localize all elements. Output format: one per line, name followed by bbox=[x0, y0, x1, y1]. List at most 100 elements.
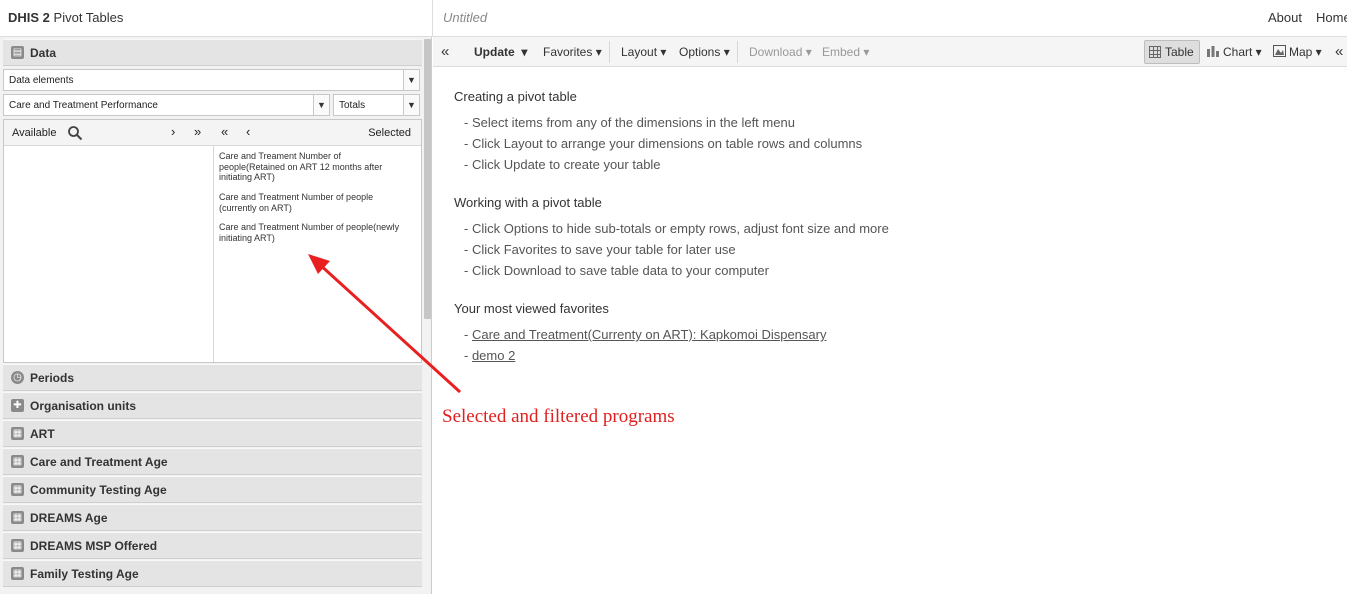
map-button[interactable]: Map ▾ bbox=[1273, 45, 1322, 59]
search-icon[interactable] bbox=[67, 125, 83, 141]
item-selector-header: Available › » « ‹ Selected bbox=[4, 120, 421, 146]
table-label: Table bbox=[1165, 45, 1194, 59]
data-section-header[interactable]: ▤ Data bbox=[3, 39, 422, 66]
item-selector: Available › » « ‹ Selected Care and Trea… bbox=[3, 119, 422, 363]
brand: DHIS 2 bbox=[8, 10, 50, 25]
section-dreams-age[interactable]: ▦ DREAMS Age bbox=[3, 504, 422, 531]
grid-icon: ▦ bbox=[11, 427, 24, 440]
left-panel-scrollbar[interactable] bbox=[424, 39, 431, 319]
help-item: - Click Update to create your table bbox=[464, 157, 661, 172]
section-dreams-msp-offered[interactable]: ▦ DREAMS MSP Offered bbox=[3, 532, 422, 559]
favorites-label: Favorites bbox=[543, 45, 593, 59]
update-label: Update bbox=[474, 45, 515, 59]
favorites-button[interactable]: Favorites ▾ bbox=[543, 45, 602, 59]
download-label: Download bbox=[749, 45, 803, 59]
section-label: ART bbox=[30, 427, 55, 441]
chart-label: Chart bbox=[1223, 45, 1253, 59]
chart-icon bbox=[1207, 46, 1219, 57]
section-label: Community Testing Age bbox=[30, 483, 167, 497]
deselect-all-button[interactable]: « bbox=[221, 124, 228, 139]
favorite-list-item: - demo 2 bbox=[464, 348, 515, 363]
chevron-down-icon: ▼ bbox=[403, 95, 419, 115]
section-label: Periods bbox=[30, 371, 75, 385]
section-label: Organisation units bbox=[30, 399, 137, 413]
section-care-treatment-age[interactable]: ▦ Care and Treatment Age bbox=[3, 448, 422, 475]
toolbar-separator bbox=[737, 41, 738, 63]
app-name: Pivot Tables bbox=[53, 10, 124, 25]
table-view-label-wrap: Table bbox=[1149, 45, 1194, 59]
data-section-label: Data bbox=[30, 46, 57, 60]
creating-title: Creating a pivot table bbox=[454, 89, 577, 104]
help-item: - Click Options to hide sub-totals or em… bbox=[464, 221, 889, 236]
toolbar: « Update ▾ Favorites ▾ Layout ▾ Options … bbox=[433, 37, 1347, 67]
favorite-list-item: - Care and Treatment(Currenty on ART): K… bbox=[464, 327, 826, 342]
available-list[interactable] bbox=[4, 146, 213, 362]
selected-label: Selected bbox=[368, 127, 411, 139]
app-title: DHIS 2 Pivot Tables bbox=[8, 10, 123, 25]
chevron-down-icon: ▼ bbox=[403, 70, 419, 90]
favorites-title: Your most viewed favorites bbox=[454, 301, 609, 316]
expand-panel-button[interactable]: « bbox=[1335, 43, 1343, 60]
chevron-down-icon: ▼ bbox=[313, 95, 329, 115]
help-item: - Click Favorites to save your table for… bbox=[464, 242, 736, 257]
embed-label: Embed bbox=[822, 45, 861, 59]
help-item: - Click Layout to arrange your dimension… bbox=[464, 136, 863, 151]
deselect-one-button[interactable]: ‹ bbox=[246, 124, 250, 139]
toolbar-separator bbox=[609, 41, 610, 63]
grid-icon: ▦ bbox=[11, 511, 24, 524]
annotation-text: Selected and filtered programs bbox=[442, 406, 675, 427]
options-button[interactable]: Options ▾ bbox=[679, 45, 730, 59]
selected-list-item[interactable]: Care and Treament Number of people(Retai… bbox=[219, 151, 409, 183]
selected-list-item[interactable]: Care and Treatment Number of people(newl… bbox=[219, 222, 409, 243]
group-select[interactable]: Care and Treatment Performance ▼ bbox=[3, 94, 330, 116]
layout-label: Layout bbox=[621, 45, 658, 59]
section-label: Family Testing Age bbox=[30, 567, 139, 581]
favorite-link[interactable]: Care and Treatment(Currenty on ART): Kap… bbox=[472, 327, 827, 342]
plus-icon: ✚ bbox=[11, 399, 24, 412]
options-label: Options bbox=[679, 45, 721, 59]
section-family-testing-age[interactable]: ▦ Family Testing Age bbox=[3, 560, 422, 587]
working-title: Working with a pivot table bbox=[454, 195, 602, 210]
map-label: Map bbox=[1289, 45, 1313, 59]
section-label: DREAMS Age bbox=[30, 511, 108, 525]
select-all-button[interactable]: » bbox=[194, 124, 201, 139]
help-item: - Select items from any of the dimension… bbox=[464, 115, 795, 130]
grid-icon: ▦ bbox=[11, 567, 24, 580]
update-button[interactable]: Update ▾ bbox=[474, 45, 527, 59]
help-item: - Click Download to save table data to y… bbox=[464, 263, 769, 278]
layout-button[interactable]: Layout ▾ bbox=[621, 45, 666, 59]
table-icon bbox=[1149, 46, 1161, 58]
section-periods[interactable]: ◷ Periods bbox=[3, 364, 422, 391]
favorite-prefix: - bbox=[464, 348, 472, 363]
grid-icon: ▦ bbox=[11, 455, 24, 468]
favorite-prefix: - bbox=[464, 327, 472, 342]
clock-icon: ◷ bbox=[11, 371, 24, 384]
divider bbox=[432, 0, 433, 37]
detail-select-value: Totals bbox=[339, 100, 366, 111]
available-label: Available bbox=[12, 127, 57, 139]
download-button[interactable]: Download ▾ bbox=[749, 45, 812, 59]
left-panel: ▤ Data Data elements ▼ Care and Treatmen… bbox=[0, 37, 432, 594]
section-label: DREAMS MSP Offered bbox=[30, 539, 158, 553]
section-label: Care and Treatment Age bbox=[30, 455, 168, 469]
about-link[interactable]: About bbox=[1268, 10, 1302, 25]
grid-icon: ▦ bbox=[11, 539, 24, 552]
favorite-link[interactable]: demo 2 bbox=[472, 348, 515, 363]
home-link[interactable]: Home bbox=[1316, 10, 1347, 25]
map-icon bbox=[1273, 45, 1286, 57]
list-divider bbox=[213, 146, 214, 362]
select-one-button[interactable]: › bbox=[171, 124, 175, 139]
section-art[interactable]: ▦ ART bbox=[3, 420, 422, 447]
embed-button[interactable]: Embed ▾ bbox=[822, 45, 869, 59]
chart-button[interactable]: Chart ▾ bbox=[1206, 45, 1262, 59]
group-select-value: Care and Treatment Performance bbox=[9, 100, 158, 111]
table-view-button[interactable]: Table bbox=[1144, 40, 1200, 64]
data-type-select[interactable]: Data elements ▼ bbox=[3, 69, 420, 91]
section-organisation-units[interactable]: ✚ Organisation units bbox=[3, 392, 422, 419]
section-community-testing-age[interactable]: ▦ Community Testing Age bbox=[3, 476, 422, 503]
collapse-panel-button[interactable]: « bbox=[441, 43, 449, 60]
favorite-title: Untitled bbox=[443, 10, 488, 25]
selected-list-item[interactable]: Care and Treatment Number of people (cur… bbox=[219, 192, 409, 213]
top-bar: DHIS 2 Pivot Tables Untitled About Home bbox=[0, 0, 1347, 37]
detail-select[interactable]: Totals ▼ bbox=[333, 94, 420, 116]
